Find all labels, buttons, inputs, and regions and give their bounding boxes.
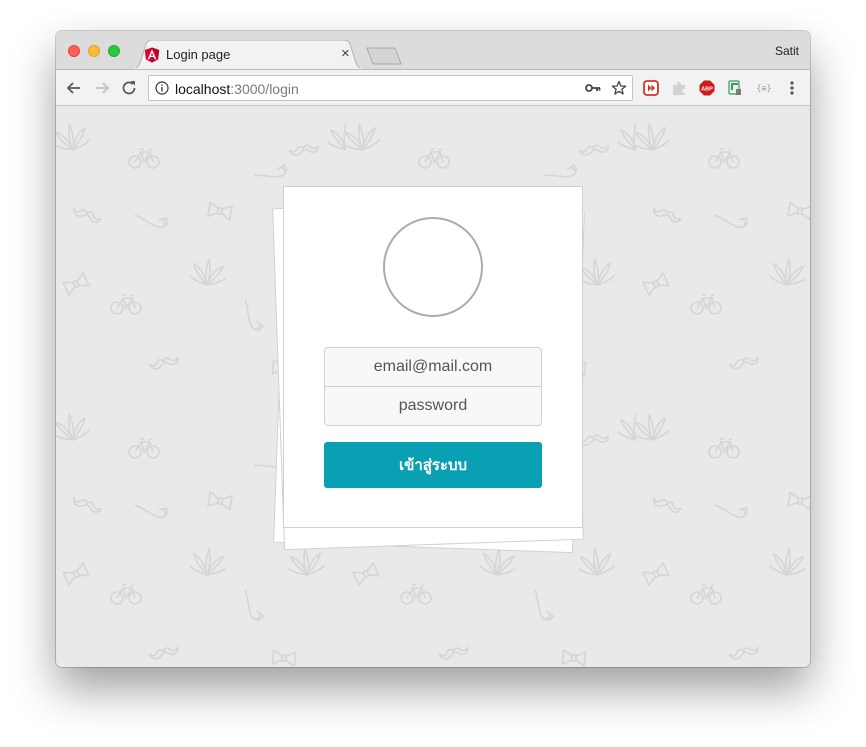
abp-label: ABP xyxy=(701,87,713,93)
info-icon[interactable] xyxy=(155,81,169,95)
tab-login-page[interactable]: Login page × xyxy=(132,40,364,69)
browser-toolbar: localhost:3000/login ABP {≡} xyxy=(56,69,810,106)
angular-icon xyxy=(144,47,160,63)
window-close-button[interactable] xyxy=(68,45,80,57)
address-bar[interactable]: localhost:3000/login xyxy=(148,75,633,101)
adblock-plus-icon[interactable]: ABP xyxy=(699,80,715,96)
back-arrow-icon[interactable] xyxy=(64,78,84,98)
profile-name[interactable]: Satit xyxy=(775,44,799,58)
json-viewer-icon[interactable]: {≡} xyxy=(754,80,774,96)
tab-strip: Login page × Satit xyxy=(56,31,810,69)
page-content: email@mail.com password เข้าสู่ระบบ xyxy=(56,106,810,667)
password-field[interactable]: password xyxy=(324,386,542,426)
menu-dots-icon[interactable] xyxy=(784,80,800,96)
avatar xyxy=(383,217,483,317)
login-button[interactable]: เข้าสู่ระบบ xyxy=(324,442,542,488)
json-viewer-label: {≡} xyxy=(756,84,771,94)
puzzle-extension-icon[interactable] xyxy=(671,80,687,96)
url-path: :3000/login xyxy=(230,81,299,97)
browser-window: Login page × Satit localhost:3000/login xyxy=(56,31,810,667)
new-tab-button[interactable] xyxy=(366,46,402,66)
email-field[interactable]: email@mail.com xyxy=(324,347,542,387)
window-minimize-button[interactable] xyxy=(88,45,100,57)
reload-icon[interactable] xyxy=(119,78,139,98)
star-icon[interactable] xyxy=(611,80,627,96)
url-host: localhost xyxy=(175,81,231,97)
window-maximize-button[interactable] xyxy=(108,45,120,57)
key-icon[interactable] xyxy=(585,82,601,94)
tab-title: Login page xyxy=(166,47,231,62)
forward-arrow-icon[interactable] xyxy=(92,78,112,98)
url-text: localhost:3000/login xyxy=(175,81,299,97)
red-extension-icon[interactable] xyxy=(643,80,659,96)
login-card: email@mail.com password เข้าสู่ระบบ xyxy=(283,186,583,528)
tab-close-button[interactable]: × xyxy=(341,45,350,63)
green-extension-icon[interactable] xyxy=(727,80,743,96)
